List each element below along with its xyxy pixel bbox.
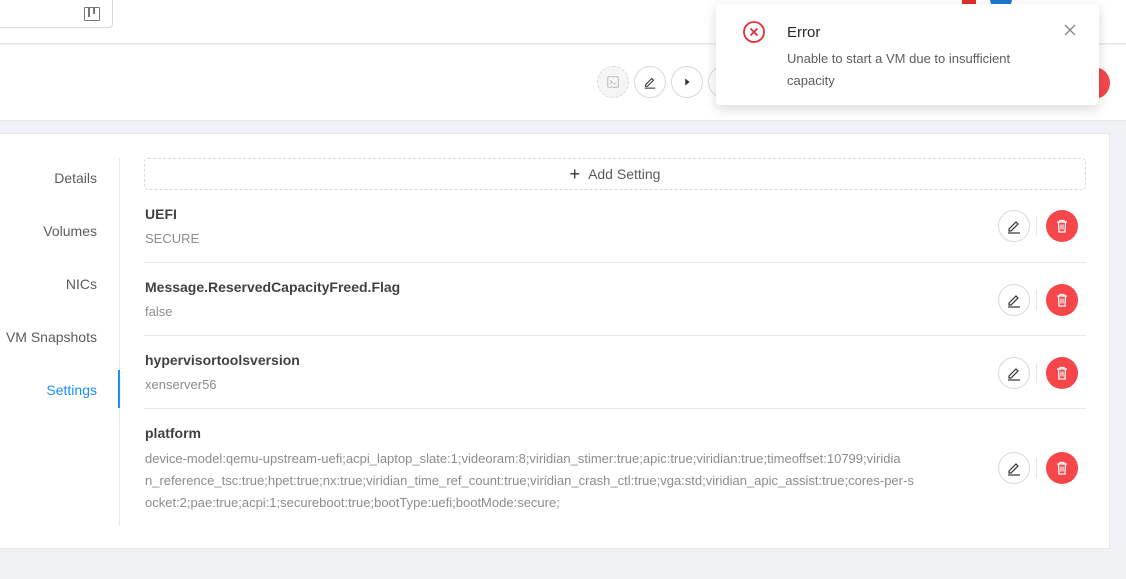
play-icon bbox=[685, 78, 690, 86]
trash-icon bbox=[1057, 219, 1067, 233]
notification-description: Unable to start a VM due to insufficient… bbox=[787, 51, 1011, 88]
error-circle-icon bbox=[743, 21, 765, 43]
console-icon bbox=[607, 76, 619, 88]
delete-setting-button[interactable] bbox=[1046, 284, 1078, 316]
divider bbox=[1036, 363, 1037, 383]
setting-value: device-model:qemu-upstream-uefi;acpi_lap… bbox=[145, 448, 914, 514]
divider bbox=[1036, 458, 1037, 478]
delete-setting-button[interactable] bbox=[1046, 452, 1078, 484]
setting-row: platform device-model:qemu-upstream-uefi… bbox=[144, 409, 1086, 527]
setting-value: false bbox=[145, 304, 173, 319]
add-setting-label: Add Setting bbox=[588, 166, 661, 182]
start-vm-button[interactable] bbox=[671, 66, 703, 98]
tab-settings[interactable]: Settings bbox=[46, 382, 97, 398]
setting-name: platform bbox=[145, 425, 201, 441]
details-card: Details Volumes NICs VM Snapshots Settin… bbox=[0, 133, 1110, 549]
tab-details[interactable]: Details bbox=[54, 170, 97, 186]
setting-name: hypervisortoolsversion bbox=[145, 352, 300, 368]
edit-vm-button[interactable] bbox=[634, 66, 666, 98]
error-notification: Error Unable to start a VM due to insuff… bbox=[716, 4, 1099, 105]
edit-icon bbox=[1008, 463, 1020, 476]
close-icon[interactable] bbox=[1064, 24, 1076, 36]
delete-setting-button[interactable] bbox=[1046, 210, 1078, 242]
tab-volumes[interactable]: Volumes bbox=[43, 223, 97, 239]
add-setting-button[interactable]: + Add Setting bbox=[144, 158, 1086, 190]
setting-value-line: ocket:2;pae:true;acpi:1;secureboot:true;… bbox=[145, 495, 560, 510]
setting-value-line: n_reference_tsc:true;hpet:true;nx:true;v… bbox=[145, 473, 914, 488]
setting-row: Message.ReservedCapacityFreed.Flag false bbox=[144, 263, 1086, 336]
edit-setting-button[interactable] bbox=[998, 357, 1030, 389]
setting-row: UEFI SECURE bbox=[144, 202, 1086, 263]
edit-icon bbox=[1008, 221, 1020, 234]
setting-name: UEFI bbox=[145, 206, 177, 222]
divider bbox=[1036, 290, 1037, 310]
tab-vm-snapshots[interactable]: VM Snapshots bbox=[6, 329, 97, 345]
edit-icon bbox=[1008, 368, 1020, 381]
trash-icon bbox=[1057, 366, 1067, 380]
edit-setting-button[interactable] bbox=[998, 452, 1030, 484]
setting-value: SECURE bbox=[145, 231, 200, 246]
search-box[interactable] bbox=[0, 0, 113, 28]
trash-icon bbox=[1057, 461, 1067, 475]
kanban-icon[interactable] bbox=[84, 7, 100, 21]
vertical-tabs: Details Volumes NICs VM Snapshots Settin… bbox=[0, 158, 120, 526]
setting-value: xenserver56 bbox=[145, 377, 217, 392]
setting-name: Message.ReservedCapacityFreed.Flag bbox=[145, 279, 401, 295]
notification-title: Error bbox=[787, 24, 821, 41]
tab-nics[interactable]: NICs bbox=[66, 276, 97, 292]
divider bbox=[1036, 216, 1037, 236]
setting-value-line: device-model:qemu-upstream-uefi;acpi_lap… bbox=[145, 451, 901, 466]
delete-setting-button[interactable] bbox=[1046, 357, 1078, 389]
setting-row: hypervisortoolsversion xenserver56 bbox=[144, 336, 1086, 409]
view-console-button[interactable] bbox=[597, 66, 629, 98]
active-tab-indicator bbox=[118, 370, 120, 408]
edit-icon bbox=[644, 77, 656, 89]
edit-setting-button[interactable] bbox=[998, 284, 1030, 316]
edit-setting-button[interactable] bbox=[998, 210, 1030, 242]
plus-icon: + bbox=[569, 164, 581, 184]
edit-icon bbox=[1008, 295, 1020, 308]
trash-icon bbox=[1057, 293, 1067, 307]
